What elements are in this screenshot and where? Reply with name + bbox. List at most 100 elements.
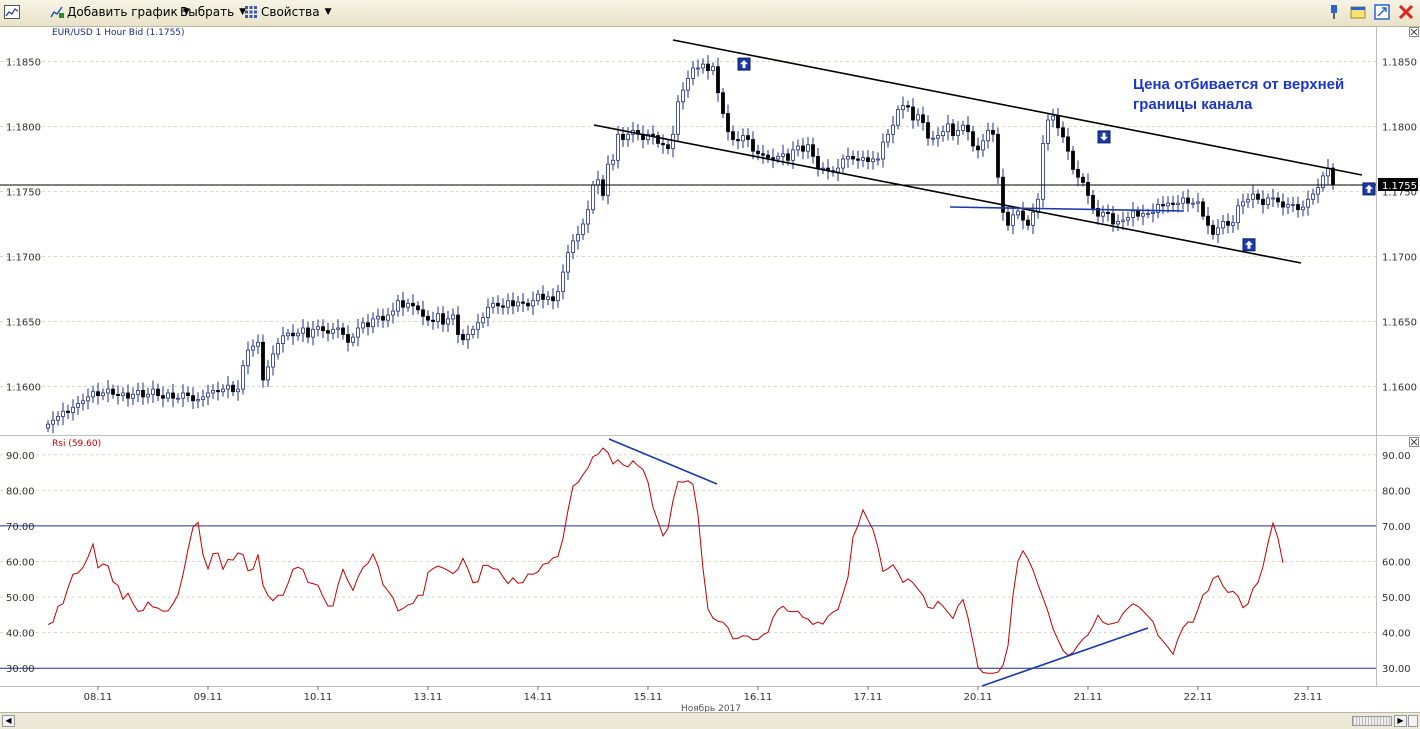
candle-body xyxy=(141,389,145,398)
scroll-left-button[interactable]: ◀ xyxy=(2,715,15,727)
properties-button[interactable]: Свойства ▼ xyxy=(244,5,332,19)
candle-body xyxy=(351,336,355,343)
candle-body xyxy=(886,133,890,143)
rsi-tick-left: 60.00 xyxy=(6,558,35,569)
date-tick-label: 21.11 xyxy=(1074,692,1103,703)
candle-body xyxy=(741,135,745,142)
chart-window-icon[interactable] xyxy=(4,5,20,19)
candle-body xyxy=(471,328,475,335)
candle[interactable] xyxy=(591,180,595,214)
candle-body xyxy=(526,302,530,307)
candle-body xyxy=(1266,197,1270,205)
candle-body xyxy=(856,158,860,161)
candle-body xyxy=(546,296,550,300)
date-tick-label: 17.11 xyxy=(854,692,883,703)
scroll-thumb[interactable] xyxy=(1352,716,1392,726)
candle-body xyxy=(211,389,215,394)
close-icon[interactable] xyxy=(1409,27,1419,37)
rsi-tick-right: 40.00 xyxy=(1382,629,1411,640)
current-price-marker: 1.1755 xyxy=(1378,178,1418,192)
candle-body xyxy=(1081,176,1085,183)
candle-body xyxy=(911,106,915,121)
candle[interactable] xyxy=(996,127,1000,184)
price-tick-left: 1.1800 xyxy=(6,123,41,134)
date-tick-label: 10.11 xyxy=(304,692,333,703)
candle-body xyxy=(951,123,955,137)
candle-body xyxy=(186,392,190,396)
candle[interactable] xyxy=(241,360,245,395)
chart-area[interactable]: 1.1850 1.18501.1800 1.18001.1750 1.17501.17… xyxy=(0,27,1420,712)
candle-body xyxy=(1186,197,1190,204)
candle-body xyxy=(1261,198,1265,205)
signal-up-icon[interactable] xyxy=(1242,238,1256,252)
rsi-tick-right: 50.00 xyxy=(1382,593,1411,604)
candle-body xyxy=(696,67,700,70)
date-tick-label: 20.11 xyxy=(964,692,993,703)
candle-body xyxy=(926,122,930,139)
rsi-tick-left: 50.00 xyxy=(6,593,35,604)
candle-body xyxy=(1086,181,1090,196)
candle-body xyxy=(256,341,260,347)
candle-body xyxy=(421,309,425,317)
candle-body xyxy=(1146,213,1150,216)
candle-body xyxy=(1256,193,1260,200)
rsi-tick-left: 70.00 xyxy=(6,522,35,533)
candle-body xyxy=(166,392,170,399)
candle-body xyxy=(441,313,445,325)
candle-body xyxy=(1321,175,1325,188)
candle-body xyxy=(866,157,870,162)
candle-body xyxy=(71,406,75,413)
date-tick-label: 09.11 xyxy=(194,692,223,703)
horizontal-scrollbar[interactable]: ◀ ▶ xyxy=(0,712,1420,729)
signal-up-icon[interactable] xyxy=(1362,182,1376,196)
candle[interactable] xyxy=(721,87,725,119)
candle[interactable] xyxy=(1041,135,1045,208)
candle[interactable] xyxy=(676,95,680,142)
candle-body xyxy=(291,332,295,337)
select-button[interactable]: Выбрать ▼ xyxy=(180,5,246,19)
candle-body xyxy=(1281,201,1285,208)
candle-body xyxy=(481,317,485,324)
window-layout-icon[interactable] xyxy=(1350,4,1366,20)
candle-body xyxy=(806,144,810,152)
candle-body xyxy=(1121,219,1125,222)
candle[interactable] xyxy=(261,334,265,388)
candle-body xyxy=(146,393,150,398)
candle-body xyxy=(1201,201,1205,217)
candle-body xyxy=(841,158,845,169)
pin-icon[interactable] xyxy=(1326,4,1342,20)
signal-down-icon[interactable] xyxy=(1097,130,1111,144)
candle-body xyxy=(836,167,840,173)
price-tick-left: 1.1650 xyxy=(6,318,41,329)
candle-body xyxy=(176,397,180,400)
price-tick-right: 1.1650 xyxy=(1382,318,1417,329)
close-icon[interactable] xyxy=(1398,4,1414,20)
candle-body xyxy=(196,399,200,402)
add-chart-button[interactable]: Добавить график ▼ xyxy=(50,5,190,19)
candle-body xyxy=(376,315,380,320)
candle-body xyxy=(571,240,575,253)
signal-up-icon[interactable] xyxy=(737,57,751,71)
candle-body xyxy=(851,155,855,160)
candle-body xyxy=(981,140,985,151)
scroll-right-button[interactable]: ▶ xyxy=(1394,715,1407,727)
candle-body xyxy=(1076,168,1080,178)
scroll-end-button[interactable] xyxy=(1408,715,1418,727)
price-tick-left: 1.1750 xyxy=(6,188,41,199)
add-chart-icon xyxy=(50,6,64,18)
candle-body xyxy=(381,315,385,321)
candle-body xyxy=(971,131,975,147)
candle-body xyxy=(66,410,70,413)
candle-body xyxy=(1036,198,1040,213)
candle-body xyxy=(516,301,520,307)
maximize-icon[interactable] xyxy=(1374,4,1390,20)
candle-body xyxy=(726,113,730,133)
candle-body xyxy=(486,306,490,319)
rsi-tick-left: 80.00 xyxy=(6,486,35,497)
candle-body xyxy=(1061,127,1065,138)
close-icon[interactable] xyxy=(1409,437,1419,447)
candle-body xyxy=(946,123,950,133)
candle-body xyxy=(101,392,105,396)
candle-body xyxy=(391,310,395,316)
properties-label: Свойства xyxy=(261,5,320,19)
